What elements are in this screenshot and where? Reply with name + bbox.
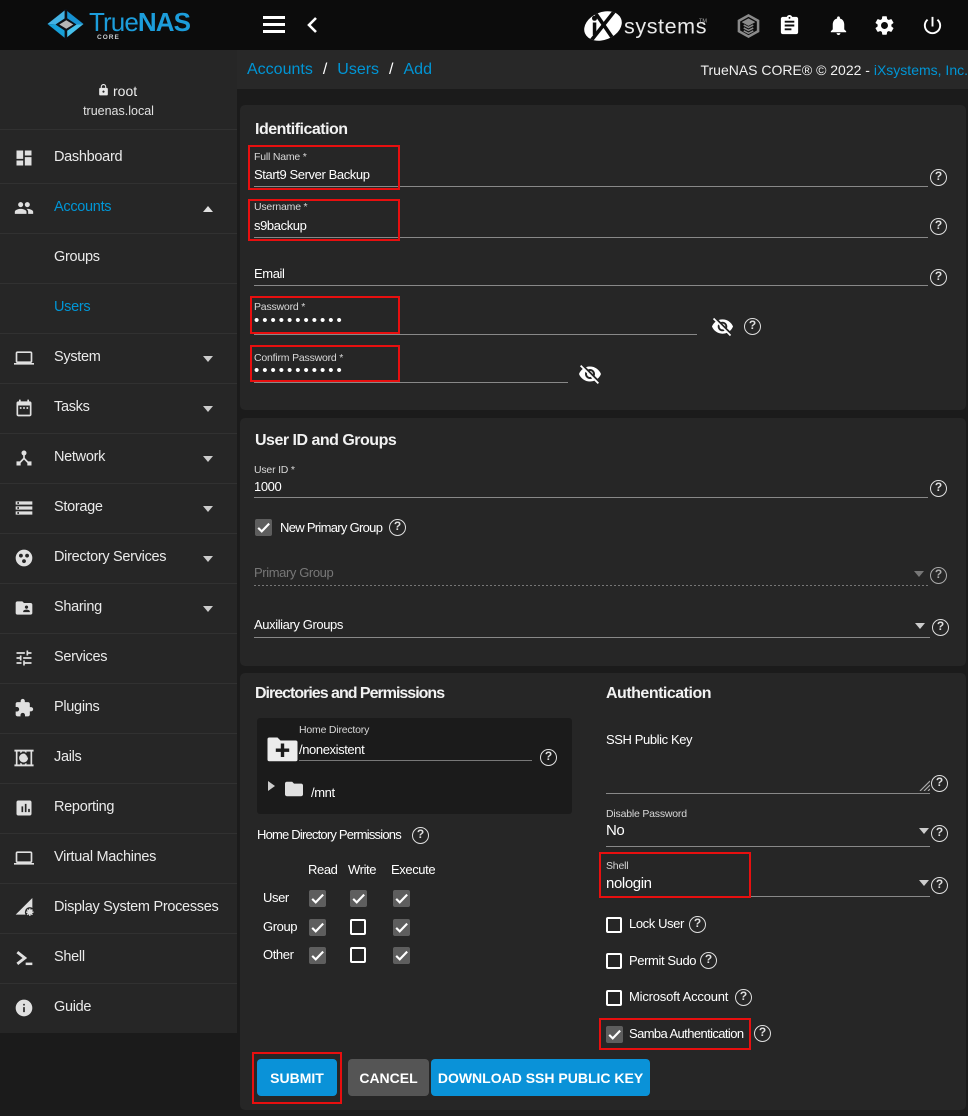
svg-text:systems: systems <box>624 15 707 39</box>
svg-text:TM: TM <box>699 19 707 25</box>
